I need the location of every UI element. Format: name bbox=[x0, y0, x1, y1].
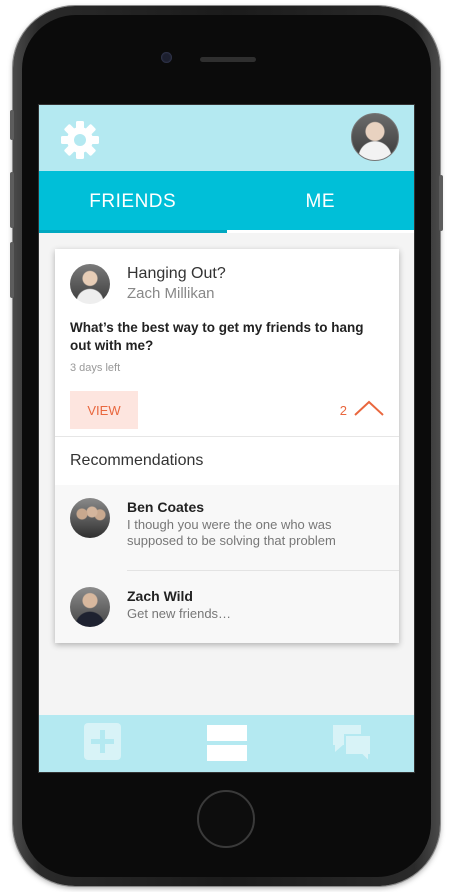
tab-me[interactable]: ME bbox=[227, 171, 415, 233]
add-icon[interactable] bbox=[84, 723, 121, 760]
top-bar bbox=[39, 105, 414, 171]
earpiece-speaker bbox=[200, 57, 256, 62]
recommendations-heading: Recommendations bbox=[70, 452, 204, 469]
bottom-nav bbox=[39, 715, 414, 772]
volume-down-button bbox=[10, 242, 14, 298]
chevron-up-icon[interactable] bbox=[353, 399, 385, 417]
post-card: Hanging Out? Zach Millikan What’s the be… bbox=[55, 249, 399, 643]
profile-avatar[interactable] bbox=[351, 113, 399, 161]
post-title: Hanging Out? bbox=[127, 265, 226, 282]
post-author: Zach Millikan bbox=[127, 285, 215, 302]
avatar bbox=[70, 587, 110, 627]
recommendation-text: Get new friends… bbox=[127, 606, 232, 621]
tab-friends[interactable]: FRIENDS bbox=[39, 171, 227, 233]
recommendation-text: I though you were the one who was suppos… bbox=[127, 517, 336, 548]
gear-icon[interactable] bbox=[59, 119, 101, 161]
list-item[interactable]: Ben Coates I though you were the one who… bbox=[55, 485, 399, 571]
recommendations-list: Ben Coates I though you were the one who… bbox=[55, 485, 399, 643]
app-screen: FRIENDS ME Hanging Out? Zach Millikan Wh… bbox=[38, 104, 415, 773]
tab-indicator-friends bbox=[39, 230, 227, 233]
chat-icon[interactable] bbox=[331, 723, 373, 763]
recommendation-count: 2 bbox=[339, 403, 347, 418]
post-author-avatar[interactable] bbox=[70, 264, 110, 304]
power-button bbox=[439, 175, 443, 231]
avatar bbox=[70, 498, 110, 538]
home-button[interactable] bbox=[197, 790, 255, 848]
mute-switch bbox=[10, 110, 14, 140]
tab-indicator-me bbox=[226, 230, 414, 233]
volume-up-button bbox=[10, 172, 14, 228]
feed-icon[interactable] bbox=[207, 723, 247, 763]
card-divider bbox=[55, 436, 399, 437]
list-item[interactable]: Zach Wild Get new friends… bbox=[55, 571, 399, 643]
front-camera bbox=[161, 52, 172, 63]
recommender-name: Ben Coates bbox=[127, 499, 205, 515]
recommender-name: Zach Wild bbox=[127, 588, 193, 604]
tab-bar: FRIENDS ME bbox=[39, 171, 414, 233]
post-body: What’s the best way to get my friends to… bbox=[70, 320, 364, 353]
post-time-left: 3 days left bbox=[70, 362, 121, 374]
view-button[interactable]: VIEW bbox=[70, 391, 138, 429]
